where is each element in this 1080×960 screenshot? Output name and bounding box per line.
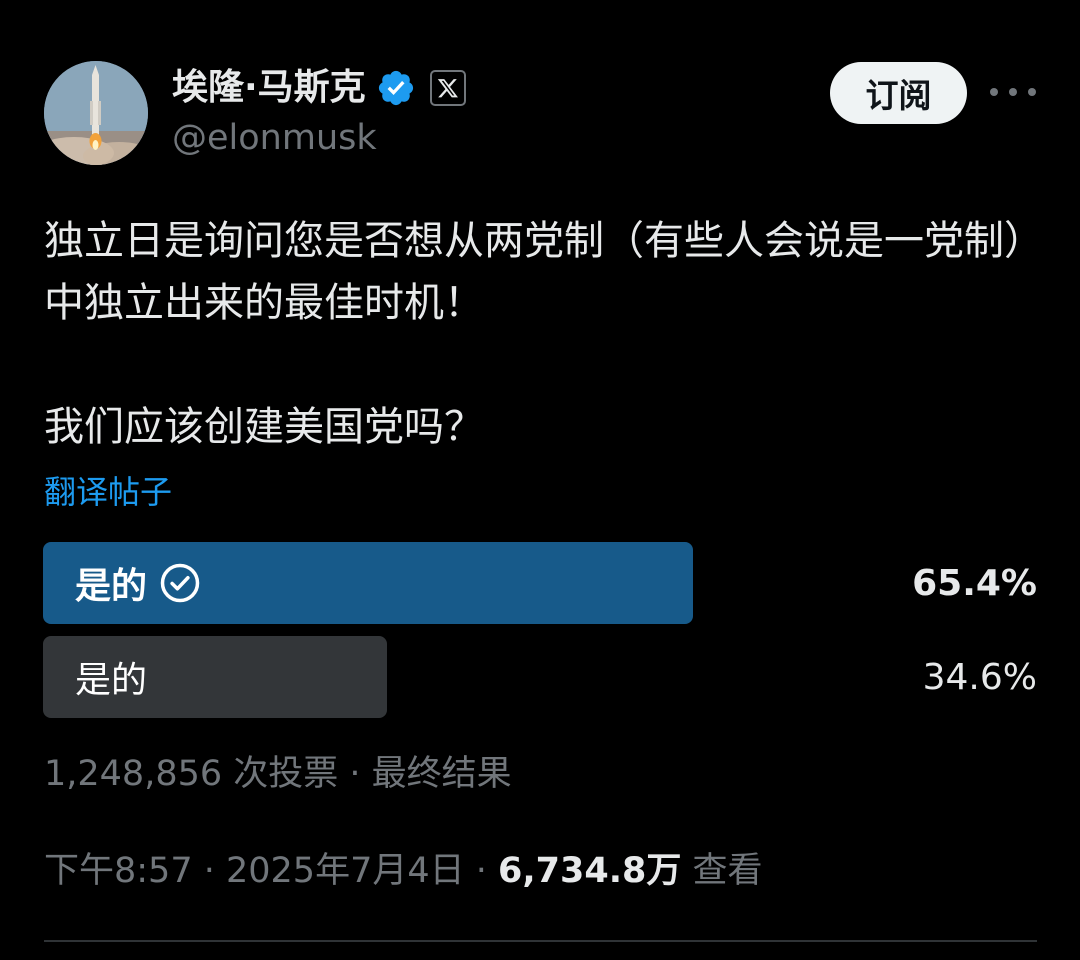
verified-badge-icon[interactable] [376,68,416,108]
more-dot [990,88,998,96]
tweet-date[interactable]: 2025年7月4日 [226,851,465,891]
subscribe-button[interactable]: 订阅 [830,62,967,124]
tweet-paragraph-2: 我们应该创建美国党吗？ [44,404,484,450]
author-name-row: 埃隆·马斯克 [172,64,466,112]
tweet-paragraph-1: 独立日是询问您是否想从两党制（有些人会说是一党制）中独立出来的最佳时机！ [44,218,1044,326]
poll-option-percent: 34.6% [922,656,1037,698]
x-logo-icon[interactable] [429,70,466,106]
poll-option-percent: 65.4% [912,562,1037,604]
more-dot [1028,88,1036,96]
views-label[interactable]: 查看 [693,851,763,891]
check-circle-icon [159,562,201,604]
poll-option-label: 是的 [75,636,147,718]
translate-post-link[interactable]: 翻译帖子 [44,470,172,514]
poll-option-1: 是的 65.4% [43,542,1037,624]
author-handle[interactable]: @elonmusk [172,114,377,162]
meta-separator: · [464,851,498,891]
poll-option-text: 是的 [75,660,148,701]
views-count[interactable]: 6,734.8万 [498,851,681,891]
more-horizontal-icon[interactable] [990,80,1036,104]
tweet-detail: 埃隆·马斯克 @elonmusk 订阅 独立日是询问您是否想从两党制（有些人会说… [0,0,1080,960]
tweet-time[interactable]: 下午8:57 [44,851,193,891]
rocket-launch-avatar [44,61,148,165]
poll-option-text: 是的 [75,566,148,607]
tweet-timestamp-row: 下午8:57 · 2025年7月4日 · 6,734.8万 查看 [44,845,763,897]
avatar[interactable] [44,61,148,165]
meta-separator: · [192,851,226,891]
poll-summary: 1,248,856 次投票 · 最终结果 [44,754,512,794]
poll-option-2: 是的 34.6% [43,636,1037,718]
divider [44,940,1037,942]
author-display-name[interactable]: 埃隆·马斯克 [172,64,366,112]
poll-option-label: 是的 [75,542,201,624]
tweet-text: 独立日是询问您是否想从两党制（有些人会说是一党制）中独立出来的最佳时机！ 我们应… [44,210,1044,458]
more-dot [1009,88,1017,96]
